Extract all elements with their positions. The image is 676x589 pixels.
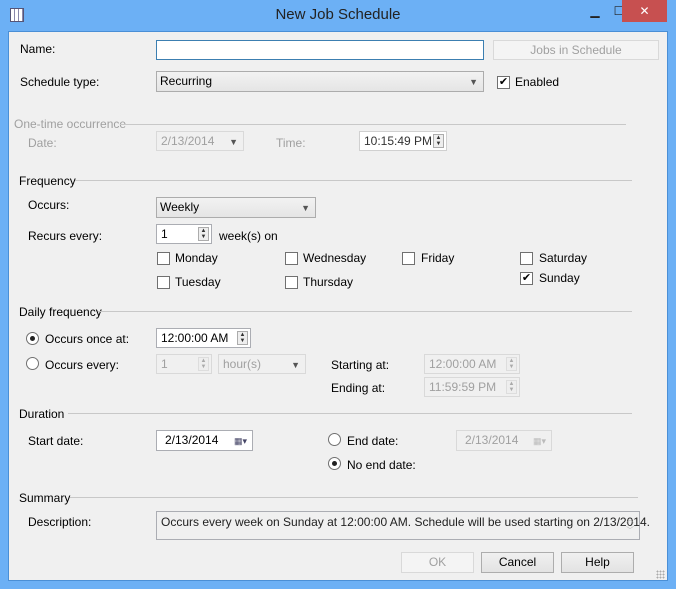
daily-frequency-header: Daily frequency: [19, 305, 102, 319]
saturday-label: Saturday: [539, 251, 587, 265]
one-time-date-value: 2/13/2014: [161, 134, 214, 148]
sunday-label: Sunday: [539, 271, 580, 285]
divider: [98, 311, 632, 312]
occurs-once-time-value: 12:00:00 AM: [161, 331, 228, 345]
one-time-time-spinner[interactable]: 10:15:49 PM▲▼: [359, 131, 447, 151]
jobs-in-schedule-button[interactable]: Jobs in Schedule: [493, 40, 659, 60]
occurs-once-radio[interactable]: [26, 332, 39, 345]
starting-at-label: Starting at:: [331, 358, 389, 372]
recurs-every-label: Recurs every:: [28, 229, 102, 243]
spinner-arrows-icon[interactable]: ▲▼: [506, 357, 517, 371]
wednesday-checkbox[interactable]: [285, 252, 298, 265]
description-value: Occurs every week on Sunday at 12:00:00 …: [161, 515, 650, 529]
schedule-type-label: Schedule type:: [20, 75, 99, 89]
name-input[interactable]: [156, 40, 484, 60]
close-button[interactable]: ✕: [622, 0, 667, 22]
summary-header: Summary: [19, 491, 70, 505]
start-date-label: Start date:: [28, 434, 83, 448]
divider: [75, 180, 632, 181]
recurs-unit-label: week(s) on: [219, 229, 278, 243]
start-date-picker[interactable]: 2/13/2014 ▦▾: [156, 430, 253, 451]
spinner-arrows-icon[interactable]: ▲▼: [237, 331, 248, 345]
ok-button[interactable]: OK: [401, 552, 474, 573]
monday-label: Monday: [175, 251, 218, 265]
no-end-date-radio[interactable]: [328, 457, 341, 470]
recurs-every-value: 1: [161, 227, 168, 241]
schedule-type-select[interactable]: Recurring ▼: [156, 71, 484, 92]
dialog-body: [8, 31, 668, 581]
frequency-header: Frequency: [19, 174, 76, 188]
one-time-time-value: 10:15:49 PM: [364, 134, 432, 148]
end-date-picker[interactable]: 2/13/2014 ▦▾: [456, 430, 552, 451]
chevron-down-icon: ▼: [469, 75, 478, 89]
occurs-every-unit-value: hour(s): [223, 357, 261, 371]
no-end-date-label: No end date:: [347, 458, 416, 472]
enabled-checkbox[interactable]: ✔: [497, 76, 510, 89]
friday-checkbox[interactable]: [402, 252, 415, 265]
ending-at-spinner[interactable]: 11:59:59 PM ▲▼: [424, 377, 520, 397]
occurs-every-radio[interactable]: [26, 357, 39, 370]
occurs-every-unit-select[interactable]: hour(s) ▼: [218, 354, 306, 374]
spinner-arrows-icon[interactable]: ▲▼: [506, 380, 517, 394]
monday-checkbox[interactable]: [157, 252, 170, 265]
spinner-arrows-icon[interactable]: ▲▼: [198, 227, 209, 241]
end-date-radio[interactable]: [328, 433, 341, 446]
one-time-date-picker[interactable]: 2/13/2014 ▼: [156, 131, 244, 151]
start-date-value: 2/13/2014: [165, 433, 218, 447]
recurs-every-spinner[interactable]: 1 ▲▼: [156, 224, 212, 244]
divider: [68, 413, 632, 414]
one-time-header: One-time occurrence: [14, 117, 126, 131]
end-date-value: 2/13/2014: [465, 433, 518, 447]
occurs-once-label: Occurs once at:: [45, 332, 129, 346]
chevron-down-icon: ▼: [291, 358, 300, 372]
starting-at-spinner[interactable]: 12:00:00 AM ▲▼: [424, 354, 520, 374]
description-textbox[interactable]: Occurs every week on Sunday at 12:00:00 …: [156, 511, 640, 540]
spinner-arrows-icon[interactable]: ▲▼: [198, 357, 209, 371]
schedule-type-value: Recurring: [160, 74, 212, 88]
cancel-button[interactable]: Cancel: [481, 552, 554, 573]
occurs-select[interactable]: Weekly ▼: [156, 197, 316, 218]
wednesday-label: Wednesday: [303, 251, 366, 265]
ending-at-label: Ending at:: [331, 381, 385, 395]
tuesday-checkbox[interactable]: [157, 276, 170, 289]
saturday-checkbox[interactable]: [520, 252, 533, 265]
name-label: Name:: [20, 42, 55, 56]
resize-grip-icon[interactable]: [656, 570, 665, 579]
starting-at-value: 12:00:00 AM: [429, 357, 496, 371]
help-button[interactable]: Help: [561, 552, 634, 573]
occurs-every-spinner[interactable]: 1 ▲▼: [156, 354, 212, 374]
description-label: Description:: [28, 515, 91, 529]
thursday-checkbox[interactable]: [285, 276, 298, 289]
divider: [70, 497, 638, 498]
scroll-arrows-icon[interactable]: ︿﹀: [626, 514, 634, 536]
chevron-down-icon: ▼: [301, 201, 310, 215]
ending-at-value: 11:59:59 PM: [429, 380, 496, 394]
occurs-every-label: Occurs every:: [45, 358, 119, 372]
thursday-label: Thursday: [303, 275, 353, 289]
calendar-dropdown-icon[interactable]: ▦▾: [533, 434, 546, 448]
divider: [120, 124, 626, 125]
end-date-label: End date:: [347, 434, 398, 448]
sunday-checkbox[interactable]: ✔: [520, 272, 533, 285]
tuesday-label: Tuesday: [175, 275, 221, 289]
duration-header: Duration: [19, 407, 64, 421]
calendar-dropdown-icon[interactable]: ▦▾: [234, 434, 247, 448]
spinner-arrows-icon[interactable]: ▲▼: [433, 134, 444, 148]
occurs-value: Weekly: [160, 200, 199, 214]
date-label: Date:: [28, 136, 57, 150]
occurs-label: Occurs:: [28, 198, 69, 212]
occurs-once-time-spinner[interactable]: 12:00:00 AM ▲▼: [156, 328, 251, 348]
chevron-down-icon: ▼: [229, 135, 238, 149]
time-label: Time:: [276, 136, 306, 150]
friday-label: Friday: [421, 251, 454, 265]
enabled-label: Enabled: [515, 75, 559, 89]
window-title: New Job Schedule: [0, 6, 676, 23]
occurs-every-value: 1: [161, 357, 168, 371]
